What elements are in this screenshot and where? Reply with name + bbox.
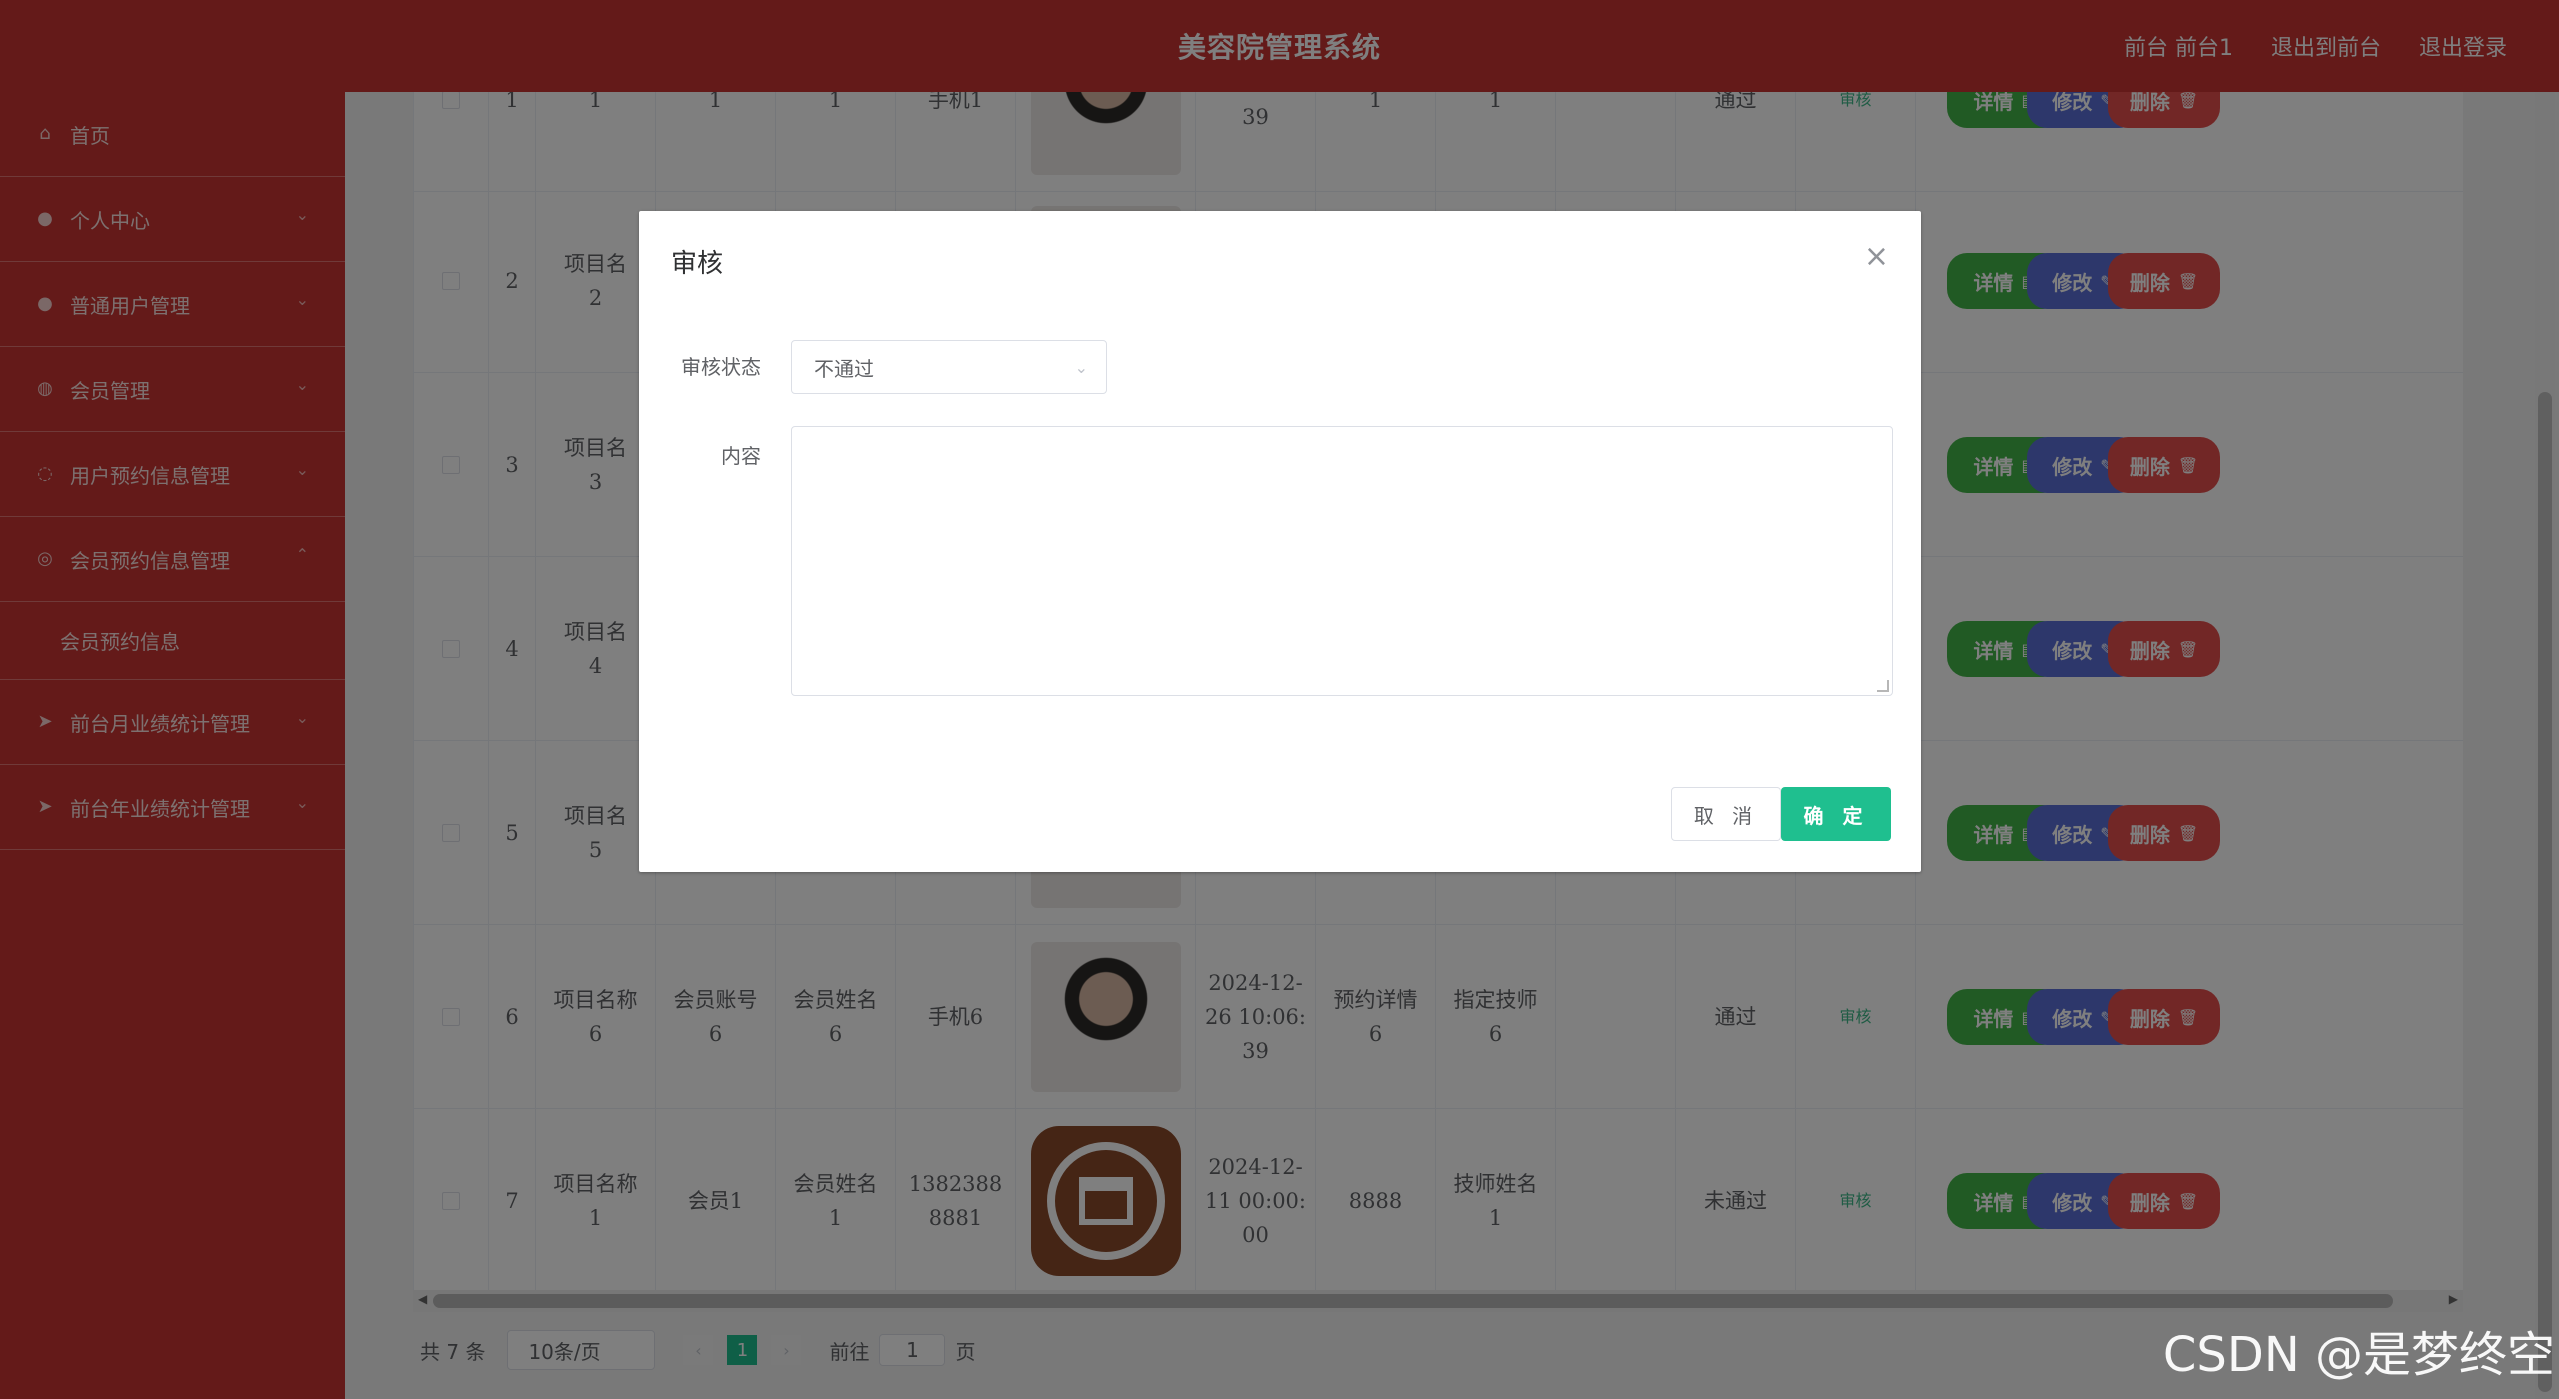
status-select-value: 不通过 bbox=[814, 356, 874, 381]
content-textarea[interactable] bbox=[791, 426, 1893, 696]
content-label: 内容 bbox=[721, 444, 761, 468]
resize-handle-icon[interactable] bbox=[1877, 680, 1889, 692]
content-form-row: 内容 bbox=[639, 426, 1893, 696]
chevron-down-icon: ⌄ bbox=[1074, 357, 1088, 377]
watermark: CSDN @是梦终空 bbox=[2162, 1327, 2555, 1383]
confirm-button[interactable]: 确 定 bbox=[1781, 787, 1891, 841]
status-form-row: 审核状态 不通过 ⌄ bbox=[639, 340, 1107, 394]
dialog-title: 审核 bbox=[671, 249, 724, 279]
audit-dialog: 审核 × 审核状态 不通过 ⌄ 内容 取 消 确 定 bbox=[639, 211, 1921, 872]
close-icon[interactable]: × bbox=[1864, 239, 1889, 274]
cancel-button[interactable]: 取 消 bbox=[1671, 787, 1781, 841]
status-label: 审核状态 bbox=[681, 355, 761, 379]
status-select[interactable]: 不通过 ⌄ bbox=[791, 340, 1107, 394]
